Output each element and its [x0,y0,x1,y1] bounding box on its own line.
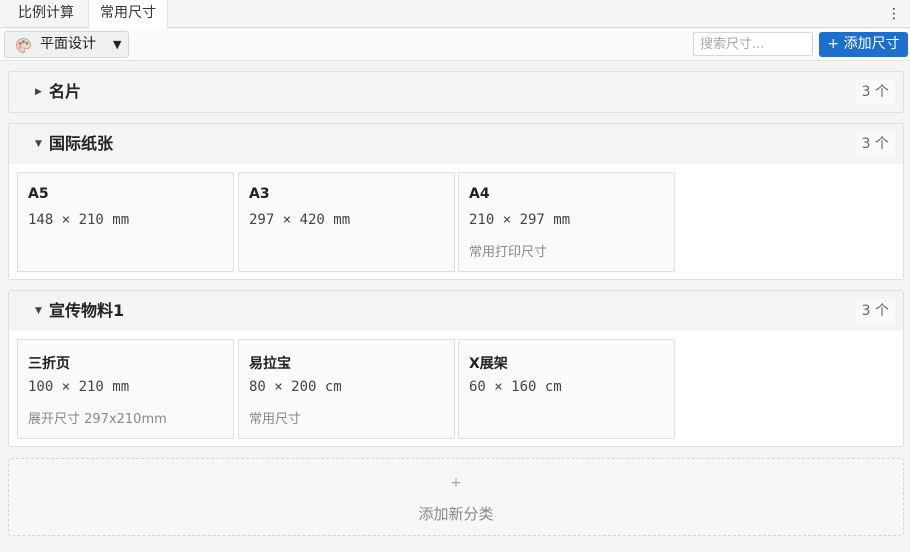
caret-down-icon: ▼ [35,139,42,149]
size-card[interactable]: 易拉宝 80 × 200 cm 常用尺寸 [238,339,455,439]
category-promo-materials: ▼ 宣传物料1 3 个 三折页 100 × 210 mm 展开尺寸 297x21… [8,290,904,447]
category-business-card: ▶ 名片 3 个 [8,71,904,113]
size-card[interactable]: X展架 60 × 160 cm [458,339,675,439]
size-dimensions: 80 × 200 cm [249,379,342,395]
size-card[interactable]: A5 148 × 210 mm [17,172,234,272]
add-category-label: 添加新分类 [418,505,494,523]
tab-ratio-calc[interactable]: 比例计算 [6,0,86,28]
category-select-label: 平面设计 [40,36,96,52]
size-name: A3 [249,186,270,202]
size-name: X展架 [469,356,508,372]
category-header[interactable]: ▼ 国际纸张 3 个 [9,124,903,164]
kebab-icon[interactable]: ⋮ [886,4,902,24]
category-select[interactable]: 平面设计 ▼ [4,31,129,58]
size-name: A5 [28,186,49,202]
size-card[interactable]: A4 210 × 297 mm 常用打印尺寸 [458,172,675,272]
size-dimensions: 60 × 160 cm [469,379,562,395]
tab-common-sizes[interactable]: 常用尺寸 [88,0,168,29]
category-title: 国际纸张 [49,134,114,153]
category-count-badge: 3 个 [855,299,895,323]
size-name: 易拉宝 [249,356,291,372]
category-header[interactable]: ▼ 宣传物料1 3 个 [9,291,903,331]
size-note: 展开尺寸 297x210mm [28,412,167,427]
size-card[interactable]: A3 297 × 420 mm [238,172,455,272]
category-title: 名片 [49,82,82,101]
size-dimensions: 148 × 210 mm [28,212,130,228]
add-category-button[interactable]: + 添加新分类 [8,458,904,536]
category-count-badge: 3 个 [855,80,895,104]
caret-down-icon: ▼ [113,38,122,51]
size-card[interactable]: 三折页 100 × 210 mm 展开尺寸 297x210mm [17,339,234,439]
size-note: 常用尺寸 [249,412,302,427]
category-count-badge: 3 个 [855,132,895,156]
caret-down-icon: ▼ [35,306,42,316]
add-size-button[interactable]: + 添加尺寸 [819,32,908,57]
size-dimensions: 297 × 420 mm [249,212,351,228]
caret-right-icon: ▶ [35,87,42,97]
category-header[interactable]: ▶ 名片 3 个 [9,72,903,112]
size-name: A4 [469,186,490,202]
palette-icon [16,38,31,53]
size-note: 常用打印尺寸 [469,245,548,260]
size-name: 三折页 [28,356,70,372]
category-title: 宣传物料1 [49,301,125,320]
category-intl-paper: ▼ 国际纸张 3 个 A5 148 × 210 mm A3 297 × 420 … [8,123,904,280]
size-dimensions: 100 × 210 mm [28,379,130,395]
search-input[interactable] [693,32,813,56]
size-dimensions: 210 × 297 mm [469,212,571,228]
toolbar: 平面设计 ▼ + 添加尺寸 [0,29,910,61]
plus-icon: + [450,475,462,491]
tab-bar: 比例计算 常用尺寸 ⋮ [0,0,910,29]
